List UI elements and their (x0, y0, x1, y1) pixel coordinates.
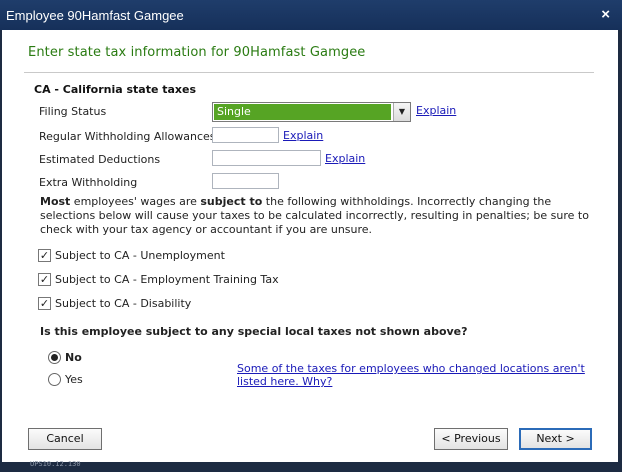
changed-locations-link-line2[interactable]: listed here. Why? (237, 375, 332, 388)
close-icon[interactable]: × (601, 6, 610, 23)
unemployment-label: Subject to CA - Unemployment (55, 249, 225, 262)
filing-status-explain-link[interactable]: Explain (416, 104, 456, 117)
no-radio[interactable] (48, 351, 61, 364)
notice-text-1: employees' wages are (70, 195, 201, 208)
page-title: Enter state tax information for 90Hamfas… (28, 45, 366, 60)
extra-withholding-label: Extra Withholding (39, 176, 138, 189)
next-button[interactable]: Next > (519, 428, 592, 450)
unemployment-checkbox[interactable]: ✓ (38, 249, 51, 262)
filing-status-value: Single (214, 104, 391, 120)
employment-training-checkbox[interactable]: ✓ (38, 273, 51, 286)
extra-withholding-input[interactable] (212, 173, 279, 189)
window-title: Employee 90Hamfast Gamgee (6, 8, 184, 23)
estimated-deductions-input[interactable] (212, 150, 321, 166)
regular-withholding-explain-link[interactable]: Explain (283, 129, 323, 142)
header-divider (24, 72, 594, 73)
regular-withholding-input[interactable] (212, 127, 279, 143)
estimated-deductions-explain-link[interactable]: Explain (325, 152, 365, 165)
no-radio-label: No (65, 351, 82, 364)
yes-radio[interactable] (48, 373, 61, 386)
yes-radio-label: Yes (65, 373, 83, 386)
previous-button[interactable]: < Previous (434, 428, 508, 450)
estimated-deductions-label: Estimated Deductions (39, 153, 161, 166)
cancel-button[interactable]: Cancel (28, 428, 102, 450)
notice-bold-most: Most (40, 195, 71, 208)
filing-status-label: Filing Status (39, 105, 107, 118)
section-title: CA - California state taxes (34, 83, 197, 96)
disability-checkbox[interactable]: ✓ (38, 297, 51, 310)
dialog-panel: Enter state tax information for 90Hamfas… (2, 30, 618, 462)
employment-training-label: Subject to CA - Employment Training Tax (55, 273, 279, 286)
notice-bold-subject: subject to (200, 195, 263, 208)
regular-withholding-label: Regular Withholding Allowances (39, 130, 216, 143)
withholding-notice: Most employees' wages are subject to the… (40, 195, 600, 237)
title-bar: Employee 90Hamfast Gamgee × (0, 0, 622, 30)
version-footer: UPS10.12.130 (30, 460, 81, 468)
changed-locations-link-line1[interactable]: Some of the taxes for employees who chan… (237, 362, 585, 375)
filing-status-select[interactable]: Single ▼ (212, 102, 411, 122)
chevron-down-icon[interactable]: ▼ (393, 103, 410, 121)
local-tax-question: Is this employee subject to any special … (40, 325, 468, 338)
disability-label: Subject to CA - Disability (55, 297, 192, 310)
